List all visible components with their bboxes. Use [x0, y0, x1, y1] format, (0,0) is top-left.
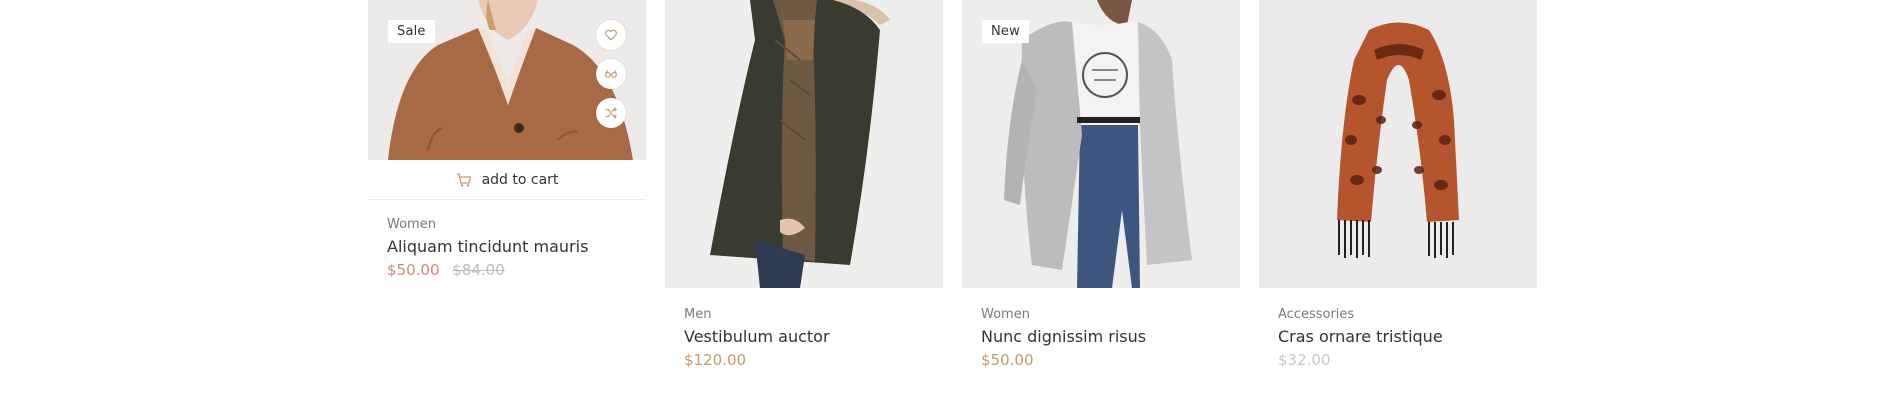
product-prices: $50.00 — [981, 350, 1221, 370]
product-title[interactable]: Cras ornare tristique — [1278, 326, 1518, 348]
product-card[interactable]: New Women Nunc dignissim risus $50.00 — [962, 0, 1240, 370]
snake-print-scarf-photo — [1259, 0, 1537, 288]
quickview-button[interactable] — [596, 59, 626, 89]
heart-icon — [605, 29, 617, 41]
product-price: $120.00 — [684, 351, 747, 369]
add-to-cart-label: add to cart — [481, 171, 559, 188]
add-to-cart-button[interactable]: add to cart — [368, 160, 646, 200]
glasses-icon — [605, 70, 617, 78]
product-prices: $32.00 — [1278, 350, 1518, 370]
product-category[interactable]: Women — [981, 306, 1221, 324]
product-info: Women Nunc dignissim risus $50.00 — [962, 288, 1240, 370]
product-category[interactable]: Men — [684, 306, 924, 324]
old-price: $84.00 — [452, 261, 505, 279]
product-title[interactable]: Vestibulum auctor — [684, 326, 924, 348]
product-card[interactable]: Sale add to cart Women Aliquam tincidunt… — [368, 0, 646, 280]
product-image[interactable] — [665, 0, 943, 288]
product-actions — [596, 20, 626, 128]
product-title[interactable]: Nunc dignissim risus — [981, 326, 1221, 348]
wishlist-button[interactable] — [596, 20, 626, 50]
product-prices: $50.00 $84.00 — [387, 260, 627, 280]
product-image[interactable]: Sale — [368, 0, 646, 160]
product-card[interactable]: Men Vestibulum auctor $120.00 — [665, 0, 943, 370]
shuffle-icon — [605, 107, 617, 119]
product-image[interactable] — [1259, 0, 1537, 288]
product-price: $50.00 — [981, 351, 1034, 369]
compare-button[interactable] — [596, 98, 626, 128]
woman-grey-cardigan-photo — [962, 0, 1240, 288]
product-info: Women Aliquam tincidunt mauris $50.00 $8… — [368, 200, 646, 280]
product-prices: $120.00 — [684, 350, 924, 370]
product-category[interactable]: Accessories — [1278, 306, 1518, 324]
new-badge: New — [982, 20, 1029, 43]
product-category[interactable]: Women — [387, 216, 627, 234]
product-info: Men Vestibulum auctor $120.00 — [665, 288, 943, 370]
product-grid: Sale add to cart Women Aliquam tincidunt… — [368, 0, 1537, 412]
product-price: $32.00 — [1278, 351, 1331, 369]
product-info: Accessories Cras ornare tristique $32.00 — [1259, 288, 1537, 370]
sale-price: $50.00 — [387, 261, 440, 279]
product-image[interactable]: New — [962, 0, 1240, 288]
product-card[interactable]: Accessories Cras ornare tristique $32.00 — [1259, 0, 1537, 370]
sale-badge: Sale — [388, 20, 435, 43]
cart-icon — [456, 172, 471, 187]
man-green-parka-photo — [665, 0, 943, 288]
product-title[interactable]: Aliquam tincidunt mauris — [387, 236, 627, 258]
